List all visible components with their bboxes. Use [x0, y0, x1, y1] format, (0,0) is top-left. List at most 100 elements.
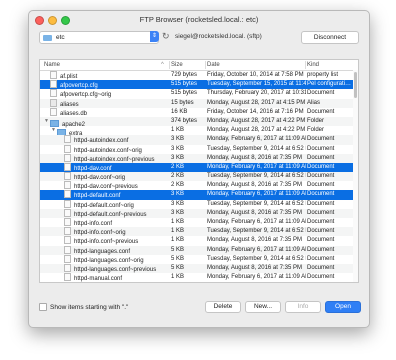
- new-button[interactable]: New...: [245, 301, 281, 313]
- file-row[interactable]: aliases.db 16 KB Friday, October 14, 2016 …: [40, 107, 358, 117]
- file-kind-cell: Document: [307, 145, 335, 152]
- file-size-cell: 1 KB: [171, 274, 185, 281]
- vertical-scrollbar[interactable]: [353, 70, 358, 282]
- document-icon: [64, 282, 71, 283]
- file-kind-cell: Document: [307, 282, 355, 283]
- file-row[interactable]: httpd-default.conf~orig 3 KB Tuesday, Sept…: [40, 199, 358, 209]
- column-divider[interactable]: [305, 61, 306, 69]
- column-name[interactable]: Name: [44, 62, 60, 68]
- column-divider[interactable]: [205, 61, 206, 69]
- toolbar: etc ⇕ ↻ siegel@rocketsled.local. (sftp) …: [29, 30, 369, 46]
- title-bar: FTP Browser (rocketsled.local.: etc): [29, 11, 369, 29]
- file-kind-cell: Document: [307, 246, 335, 253]
- file-row[interactable]: httpd-info.conf~orig 1 KB Tuesday, Septemb…: [40, 227, 358, 237]
- info-button[interactable]: Info: [285, 301, 321, 313]
- minimize-window-icon[interactable]: [48, 16, 57, 25]
- document-icon: [64, 144, 71, 153]
- file-date-cell: Monday, February 6, 2017 at 11:09 AM: [207, 191, 306, 198]
- file-size-cell: 16 KB: [171, 108, 188, 115]
- file-size-cell: 1 KB: [171, 282, 205, 283]
- disconnect-button[interactable]: Disconnect: [301, 31, 359, 44]
- file-row[interactable]: afpovertcp.cfg~orig 515 bytes Thursday, Fe…: [40, 89, 358, 98]
- file-name: afpovertcp.cfg~orig: [60, 92, 112, 99]
- file-row[interactable]: httpd-languages.conf~orig 5 KB Tuesday, Se…: [40, 254, 358, 264]
- file-row[interactable]: ▼extra1 KBMonday, August 28, 2017 at 4:2…: [40, 126, 358, 137]
- show-hidden-checkbox[interactable]: Show items starting with ".": [39, 303, 128, 311]
- file-size-cell: 15 bytes: [171, 99, 194, 106]
- column-size[interactable]: Size: [171, 62, 183, 68]
- file-row[interactable]: httpd-autoindex.conf~orig 3 KB Tuesday, Se…: [40, 144, 358, 154]
- file-name: httpd-languages.conf~orig: [74, 257, 144, 264]
- document-icon: [64, 199, 71, 208]
- file-name: httpd-dav.conf: [74, 165, 112, 172]
- file-row[interactable]: aliases 15 bytes Monday, August 28, 2017 a…: [40, 98, 358, 108]
- file-list[interactable]: Name ^ Size Date Kind af.plist 729 bytes F…: [39, 59, 359, 283]
- path-popup[interactable]: etc ⇕: [39, 31, 159, 44]
- file-date-cell: Tuesday, September 9, 2014 at 6:52 PM: [207, 173, 306, 180]
- host-label: siegel@rocketsled.local. (sftp): [175, 33, 262, 40]
- open-button[interactable]: Open: [325, 301, 361, 313]
- file-date-cell: Tuesday, September 9, 2014 at 6:52 PM: [207, 145, 306, 152]
- file-date-cell: Monday, August 8, 2016 at 7:35 PM: [207, 237, 302, 244]
- file-size-cell: 515 bytes: [171, 90, 198, 97]
- document-icon: [64, 254, 71, 263]
- file-row[interactable]: httpd-autoindex.conf 3 KB Monday, February…: [40, 135, 358, 145]
- file-size-cell: 5 KB: [171, 264, 185, 271]
- file-name: aliases.db: [60, 110, 88, 117]
- folder-icon: [43, 34, 52, 41]
- document-icon: [64, 227, 71, 236]
- column-date[interactable]: Date: [207, 62, 220, 68]
- scrollbar-thumb[interactable]: [354, 72, 357, 98]
- file-date-cell: Monday, February 6, 2017 at 11:09 AM: [207, 219, 306, 225]
- file-kind-cell: property list: [307, 72, 339, 78]
- file-row[interactable]: httpd-autoindex.conf~previous 3 KB Monday,…: [40, 153, 358, 163]
- file-row[interactable]: httpd-info.conf 1 KB Monday, February 6, 2…: [40, 218, 358, 227]
- file-row[interactable]: httpd-dav.conf 2 KB Monday, February 6, 20…: [40, 162, 358, 173]
- file-kind-cell: Pel configurati…: [307, 81, 352, 88]
- file-row[interactable]: httpd-default.conf~previous 3 KB Monday, A…: [40, 208, 358, 218]
- file-name: httpd-autoindex.conf~previous: [74, 156, 155, 163]
- file-name: af.plist: [60, 74, 78, 80]
- file-row[interactable]: af.plist 729 bytes Friday, October 10, 201…: [40, 71, 358, 80]
- file-name: httpd-dav.conf~orig: [74, 175, 126, 182]
- file-row[interactable]: httpd-info.conf~previous 1 KB Monday, Augu…: [40, 236, 358, 245]
- close-window-icon[interactable]: [35, 16, 44, 25]
- file-date-cell: Friday, October 10, 2014 at 7:58 PM: [207, 72, 304, 78]
- file-kind-cell: Document: [307, 173, 335, 180]
- file-row[interactable]: httpd-dav.conf~orig 2 KB Tuesday, Septembe…: [40, 172, 358, 182]
- zoom-window-icon[interactable]: [61, 16, 70, 25]
- column-header-row: Name ^ Size Date Kind: [40, 60, 358, 71]
- file-kind-cell: Document: [307, 264, 335, 271]
- file-kind-cell: Document: [307, 237, 335, 244]
- file-size-cell: 3 KB: [171, 145, 185, 152]
- file-date-cell: Thursday, February 20, 2017 at 10:31 AM: [207, 90, 306, 97]
- file-row[interactable]: httpd-dav.conf~previous 2 KB Monday, Augus…: [40, 181, 358, 190]
- document-icon: [64, 263, 71, 272]
- file-date-cell: Tuesday, September 9, 2014 at 6:52 PM: [207, 282, 306, 283]
- column-divider[interactable]: [169, 61, 170, 69]
- file-date-cell: Friday, October 14, 2016 at 7:16 PM: [207, 108, 304, 115]
- file-row[interactable]: afpovertcp.cfg 515 bytes Tuesday, Septembe…: [40, 80, 358, 90]
- alias-icon: [50, 98, 57, 107]
- file-kind-cell: Document: [307, 90, 335, 97]
- file-row[interactable]: httpd-manual.conf~orig1 KBTuesday, Septe…: [40, 282, 358, 283]
- file-name: httpd-languages.conf~previous: [74, 266, 157, 273]
- file-name: httpd-info.conf~orig: [74, 230, 126, 237]
- file-date-cell: Monday, August 28, 2017 at 4:22 PM: [207, 127, 306, 134]
- file-row[interactable]: ▼apache2 374 bytes Monday, August 28, 2017…: [40, 116, 358, 128]
- file-size-cell: 5 KB: [171, 255, 185, 262]
- refresh-icon[interactable]: ↻: [162, 31, 170, 42]
- file-row[interactable]: httpd-manual.conf 1 KB Monday, February 6,…: [40, 273, 358, 282]
- checkbox-box[interactable]: [39, 303, 47, 311]
- file-kind-cell: Document: [307, 255, 335, 262]
- document-icon: [64, 236, 71, 245]
- file-row[interactable]: httpd-default.conf 3 KB Monday, February 6…: [40, 190, 358, 200]
- document-icon: [64, 273, 71, 282]
- file-kind-cell: Document: [307, 191, 335, 198]
- delete-button[interactable]: Delete: [205, 301, 241, 313]
- document-icon: [64, 245, 71, 254]
- file-row[interactable]: httpd-languages.conf 5 KB Monday, February…: [40, 245, 358, 255]
- file-name: httpd-languages.conf: [74, 248, 131, 255]
- file-row[interactable]: httpd-languages.conf~previous 5 KB Monday,…: [40, 263, 358, 274]
- column-kind[interactable]: Kind: [307, 62, 319, 68]
